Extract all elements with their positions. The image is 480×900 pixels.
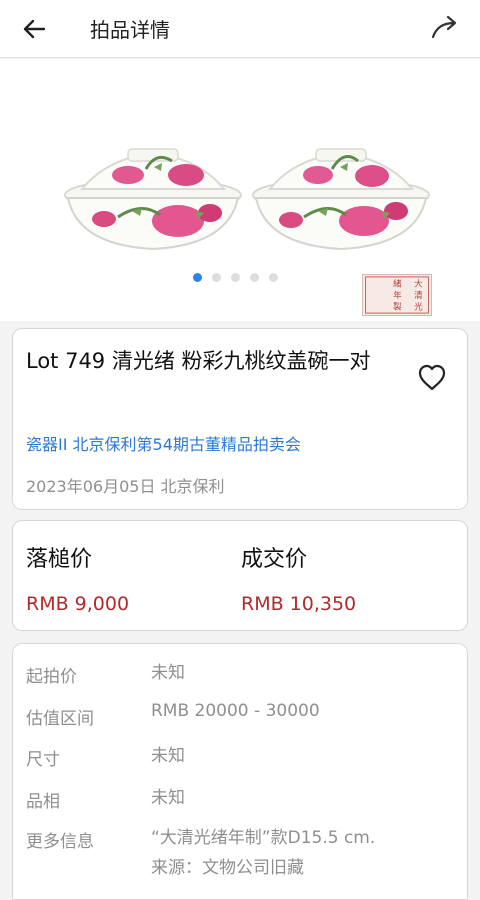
share-arrow-icon	[431, 15, 457, 39]
detail-label-size: 尺寸	[26, 750, 60, 770]
final-price-value: RMB 10,350	[241, 593, 357, 615]
detail-label-more-info: 更多信息	[26, 832, 94, 852]
gallery-dot[interactable]	[231, 273, 240, 282]
image-gallery[interactable]: 大清光 緒年製	[0, 59, 480, 321]
covered-bowl-image-right	[252, 148, 430, 251]
gallery-dot[interactable]	[250, 273, 259, 282]
lot-details-card: 起拍价 未知 估值区间 RMB 20000 - 30000 尺寸 未知 品相 未…	[12, 643, 468, 900]
gallery-dot[interactable]	[212, 273, 221, 282]
detail-label-starting-price: 起拍价	[26, 667, 77, 687]
top-app-bar: 拍品详情	[0, 0, 480, 58]
page-title: 拍品详情	[90, 18, 170, 42]
detail-value-estimate: RMB 20000 - 30000	[151, 701, 320, 721]
lot-info-card: Lot 749 清光绪 粉彩九桃纹盖碗一对 瓷器II 北京保利第54期古董精品拍…	[12, 328, 468, 510]
lot-title: Lot 749 清光绪 粉彩九桃纹盖碗一对	[26, 349, 371, 373]
hammer-price-value: RMB 9,000	[26, 593, 130, 615]
back-button[interactable]	[18, 12, 52, 46]
detail-value-provenance: 来源：文物公司旧藏	[151, 858, 304, 878]
svg-text:年: 年	[393, 289, 402, 300]
detail-value-size: 未知	[151, 746, 185, 766]
detail-label-estimate: 估值区间	[26, 709, 94, 729]
gallery-pagination[interactable]	[193, 273, 278, 282]
sale-date-house: 2023年06月05日 北京保利	[26, 477, 225, 496]
detail-value-condition: 未知	[151, 788, 185, 808]
final-price-label: 成交价	[241, 547, 308, 572]
detail-label-condition: 品相	[26, 792, 60, 812]
detail-value-starting-price: 未知	[151, 663, 185, 683]
covered-bowl-image-left	[64, 148, 242, 251]
price-card: 落槌价 RMB 9,000 成交价 RMB 10,350	[12, 520, 468, 631]
heart-icon	[418, 364, 446, 391]
detail-value-more-info: “大清光绪年制”款D15.5 cm.	[151, 828, 376, 848]
svg-text:光: 光	[414, 300, 423, 311]
share-button[interactable]	[428, 10, 464, 46]
sale-name-link[interactable]: 瓷器II 北京保利第54期古董精品拍卖会	[26, 431, 301, 455]
svg-text:緒: 緒	[393, 277, 402, 288]
reign-mark-seal-image: 大清光 緒年製	[362, 274, 432, 316]
gallery-dot[interactable]	[269, 273, 278, 282]
favorite-button[interactable]	[415, 361, 449, 395]
arrow-left-icon	[23, 19, 46, 39]
svg-text:大: 大	[414, 277, 423, 288]
svg-text:製: 製	[393, 300, 402, 311]
gallery-dot-active[interactable]	[193, 273, 202, 282]
hammer-price-label: 落槌价	[26, 547, 93, 572]
svg-text:清: 清	[414, 289, 423, 300]
